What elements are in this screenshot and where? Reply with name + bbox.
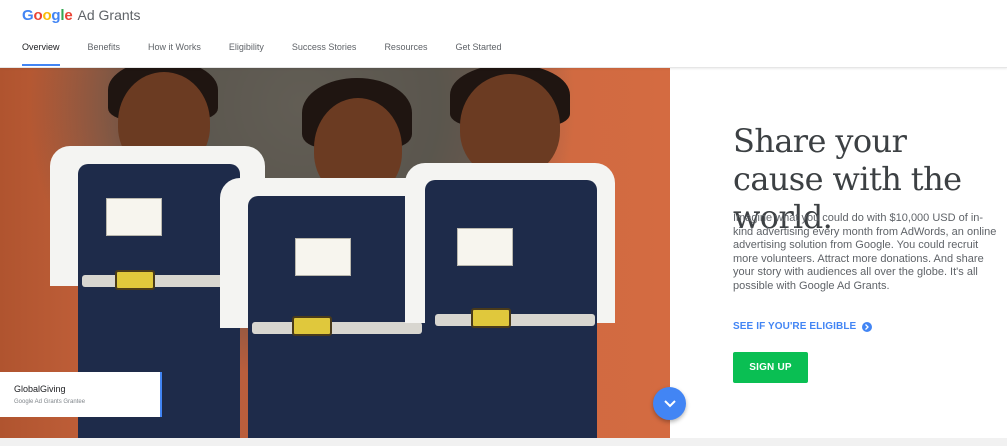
- nav-item-eligibility[interactable]: Eligibility: [229, 42, 264, 66]
- hero-description: Imagine what you could do with $10,000 U…: [733, 212, 997, 292]
- nav-item-overview[interactable]: Overview: [22, 42, 60, 66]
- nav-item-get-started[interactable]: Get Started: [455, 42, 501, 66]
- see-if-eligible-link[interactable]: SEE IF YOU'RE ELIGIBLE: [733, 321, 873, 332]
- google-ad-grants-logo[interactable]: Google Ad Grants: [22, 7, 141, 27]
- eligible-link-label: SEE IF YOU'RE ELIGIBLE: [733, 321, 857, 332]
- chevron-down-icon: [663, 399, 676, 407]
- caption-grantee-name: GlobalGiving: [14, 384, 66, 394]
- nav-item-benefits[interactable]: Benefits: [88, 42, 121, 66]
- nav-item-resources[interactable]: Resources: [384, 42, 427, 66]
- site-header: Google Ad Grants Overview Benefits How it …: [0, 0, 1007, 68]
- sign-up-button[interactable]: SIGN UP: [733, 352, 808, 383]
- arrow-circle-right-icon: [862, 321, 873, 332]
- main-nav: Overview Benefits How it Works Eligibility S…: [22, 42, 530, 66]
- scroll-down-button[interactable]: [653, 387, 686, 420]
- nav-item-success-stories[interactable]: Success Stories: [292, 42, 357, 66]
- product-name: Ad Grants: [77, 7, 141, 23]
- photo-caption: GlobalGiving Google Ad Grants Grantee: [0, 372, 162, 417]
- section-divider: [0, 438, 1007, 446]
- google-wordmark: Google: [22, 7, 73, 24]
- caption-grantee-label: Google Ad Grants Grantee: [14, 399, 86, 405]
- nav-item-how-it-works[interactable]: How it Works: [148, 42, 201, 66]
